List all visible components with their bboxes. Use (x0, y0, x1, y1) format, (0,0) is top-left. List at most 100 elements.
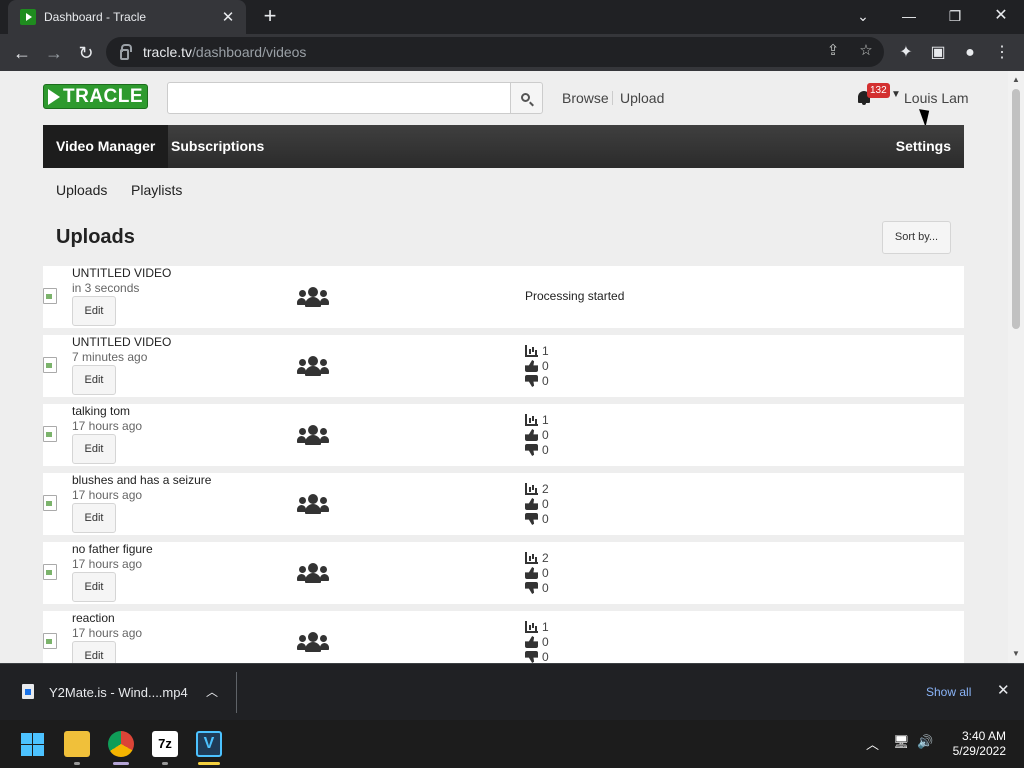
video-thumbnail[interactable] (43, 495, 59, 511)
views-stat: 2 (525, 551, 549, 565)
chevron-up-icon[interactable]: ︿ (866, 734, 879, 753)
tab-video-manager[interactable]: Video Manager (43, 125, 169, 168)
tab-close-icon[interactable]: ✕ (220, 8, 236, 26)
likes-count: 0 (542, 359, 549, 373)
video-thumbnail[interactable] (43, 564, 59, 580)
system-clock[interactable]: 3:40 AM 5/29/2022 (946, 729, 1006, 759)
download-bar: Y2Mate.is - Wind....mp4 ︿ Show all ✕ (0, 663, 1024, 720)
page-content: TRACLE Browse Upload 132 ▼ Louis Lam Vid… (0, 71, 1024, 663)
side-panel-icon[interactable]: ▣ (927, 42, 949, 64)
edit-button[interactable]: Edit (72, 572, 116, 602)
back-icon[interactable]: ← (9, 40, 35, 66)
scroll-thumb[interactable] (1012, 89, 1020, 329)
tab-settings[interactable]: Settings (883, 125, 964, 168)
notification-badge[interactable]: 132 (867, 83, 890, 98)
search-input[interactable] (167, 82, 511, 114)
video-thumbnail[interactable] (43, 426, 59, 442)
scroll-up-icon[interactable]: ▲ (1008, 73, 1024, 87)
thumbs-up-icon (525, 636, 538, 648)
user-menu[interactable]: Louis Lam (904, 90, 969, 106)
7zip-icon[interactable]: 7z (152, 731, 178, 757)
vertical-scrollbar[interactable]: ▲ ▼ (1008, 71, 1024, 663)
edit-button[interactable]: Edit (72, 641, 116, 663)
forward-icon[interactable]: → (41, 40, 67, 66)
video-title[interactable]: no father figure (72, 542, 153, 556)
tab-search-icon[interactable]: ⌄ (848, 4, 878, 28)
reload-icon[interactable]: ↻ (73, 40, 99, 66)
thumbs-down-icon (525, 582, 538, 594)
edit-button[interactable]: Edit (72, 296, 116, 326)
chevron-up-icon[interactable]: ︿ (206, 683, 218, 700)
browse-link[interactable]: Browse (562, 90, 609, 106)
clock-date: 5/29/2022 (952, 744, 1006, 758)
edit-button[interactable]: Edit (72, 365, 116, 395)
people-icon[interactable] (297, 287, 329, 307)
people-icon[interactable] (297, 632, 329, 652)
likes-stat: 0 (525, 497, 549, 511)
video-thumbnail[interactable] (43, 288, 59, 304)
download-item[interactable]: Y2Mate.is - Wind....mp4 (49, 685, 188, 700)
bookmark-star-icon[interactable]: ☆ (856, 41, 876, 61)
likes-count: 0 (542, 428, 549, 442)
app-indicator (74, 762, 80, 765)
link-divider (612, 91, 613, 105)
scroll-down-icon[interactable]: ▼ (1008, 647, 1024, 661)
video-thumbnail[interactable] (43, 633, 59, 649)
close-window-button[interactable]: ✕ (986, 4, 1016, 28)
subtab-playlists[interactable]: Playlists (131, 182, 182, 198)
likes-count: 0 (542, 635, 549, 649)
sort-button[interactable]: Sort by... (882, 221, 951, 254)
edit-button[interactable]: Edit (72, 434, 116, 464)
minimize-button[interactable]: — (894, 4, 924, 28)
browser-tab[interactable]: Dashboard - Tracle ✕ (8, 0, 246, 34)
thumbs-up-icon (525, 567, 538, 579)
menu-icon[interactable]: ⋮ (991, 42, 1013, 64)
extensions-icon[interactable]: ✦ (895, 42, 917, 64)
upload-link[interactable]: Upload (620, 90, 664, 106)
people-icon[interactable] (297, 356, 329, 376)
tracle-logo[interactable]: TRACLE (43, 84, 148, 109)
subtab-uploads[interactable]: Uploads (56, 182, 107, 198)
video-row: reaction 17 hours ago Edit 1 0 0 (43, 611, 964, 663)
dislikes-stat: 0 (525, 512, 549, 526)
edit-button[interactable]: Edit (72, 503, 116, 533)
search-button[interactable] (510, 82, 543, 114)
network-icon[interactable]: 🖥 (893, 734, 910, 750)
video-title[interactable]: reaction (72, 611, 115, 625)
video-title[interactable]: UNTITLED VIDEO (72, 266, 171, 280)
dislikes-count: 0 (542, 443, 549, 457)
close-icon[interactable]: ✕ (997, 681, 1010, 699)
likes-stat: 0 (525, 635, 549, 649)
file-icon (22, 684, 34, 699)
video-row: blushes and has a seizure 17 hours ago E… (43, 473, 964, 535)
restore-button[interactable]: ❐ (940, 4, 970, 28)
show-all-link[interactable]: Show all (926, 685, 971, 699)
tab-title: Dashboard - Tracle (44, 10, 147, 24)
lock-icon[interactable] (120, 43, 132, 60)
share-icon[interactable]: ⇪ (823, 41, 843, 61)
video-thumbnail[interactable] (43, 357, 59, 373)
dislikes-stat: 0 (525, 650, 549, 663)
address-bar[interactable]: tracle.tv/dashboard/videos (106, 37, 884, 67)
profile-icon[interactable]: ● (959, 42, 981, 64)
video-time: 17 hours ago (72, 488, 143, 502)
video-title[interactable]: blushes and has a seizure (72, 473, 211, 487)
people-icon[interactable] (297, 563, 329, 583)
start-icon[interactable] (21, 733, 44, 756)
views-count: 1 (542, 344, 549, 358)
volume-icon[interactable]: 🔊 (917, 734, 933, 750)
file-explorer-icon[interactable] (64, 731, 90, 757)
video-title[interactable]: talking tom (72, 404, 130, 418)
vegas-app-icon[interactable]: V (196, 731, 222, 757)
tab-subscriptions[interactable]: Subscriptions (158, 125, 277, 168)
chrome-icon[interactable] (108, 731, 134, 757)
video-row: UNTITLED VIDEO in 3 seconds Edit Process… (43, 266, 964, 328)
video-title[interactable]: UNTITLED VIDEO (72, 335, 171, 349)
chevron-down-icon[interactable]: ▼ (891, 89, 901, 100)
views-count: 2 (542, 482, 549, 496)
mouse-cursor-icon (919, 106, 934, 127)
people-icon[interactable] (297, 425, 329, 445)
people-icon[interactable] (297, 494, 329, 514)
views-stat: 1 (525, 620, 549, 634)
new-tab-button[interactable]: + (258, 5, 282, 29)
